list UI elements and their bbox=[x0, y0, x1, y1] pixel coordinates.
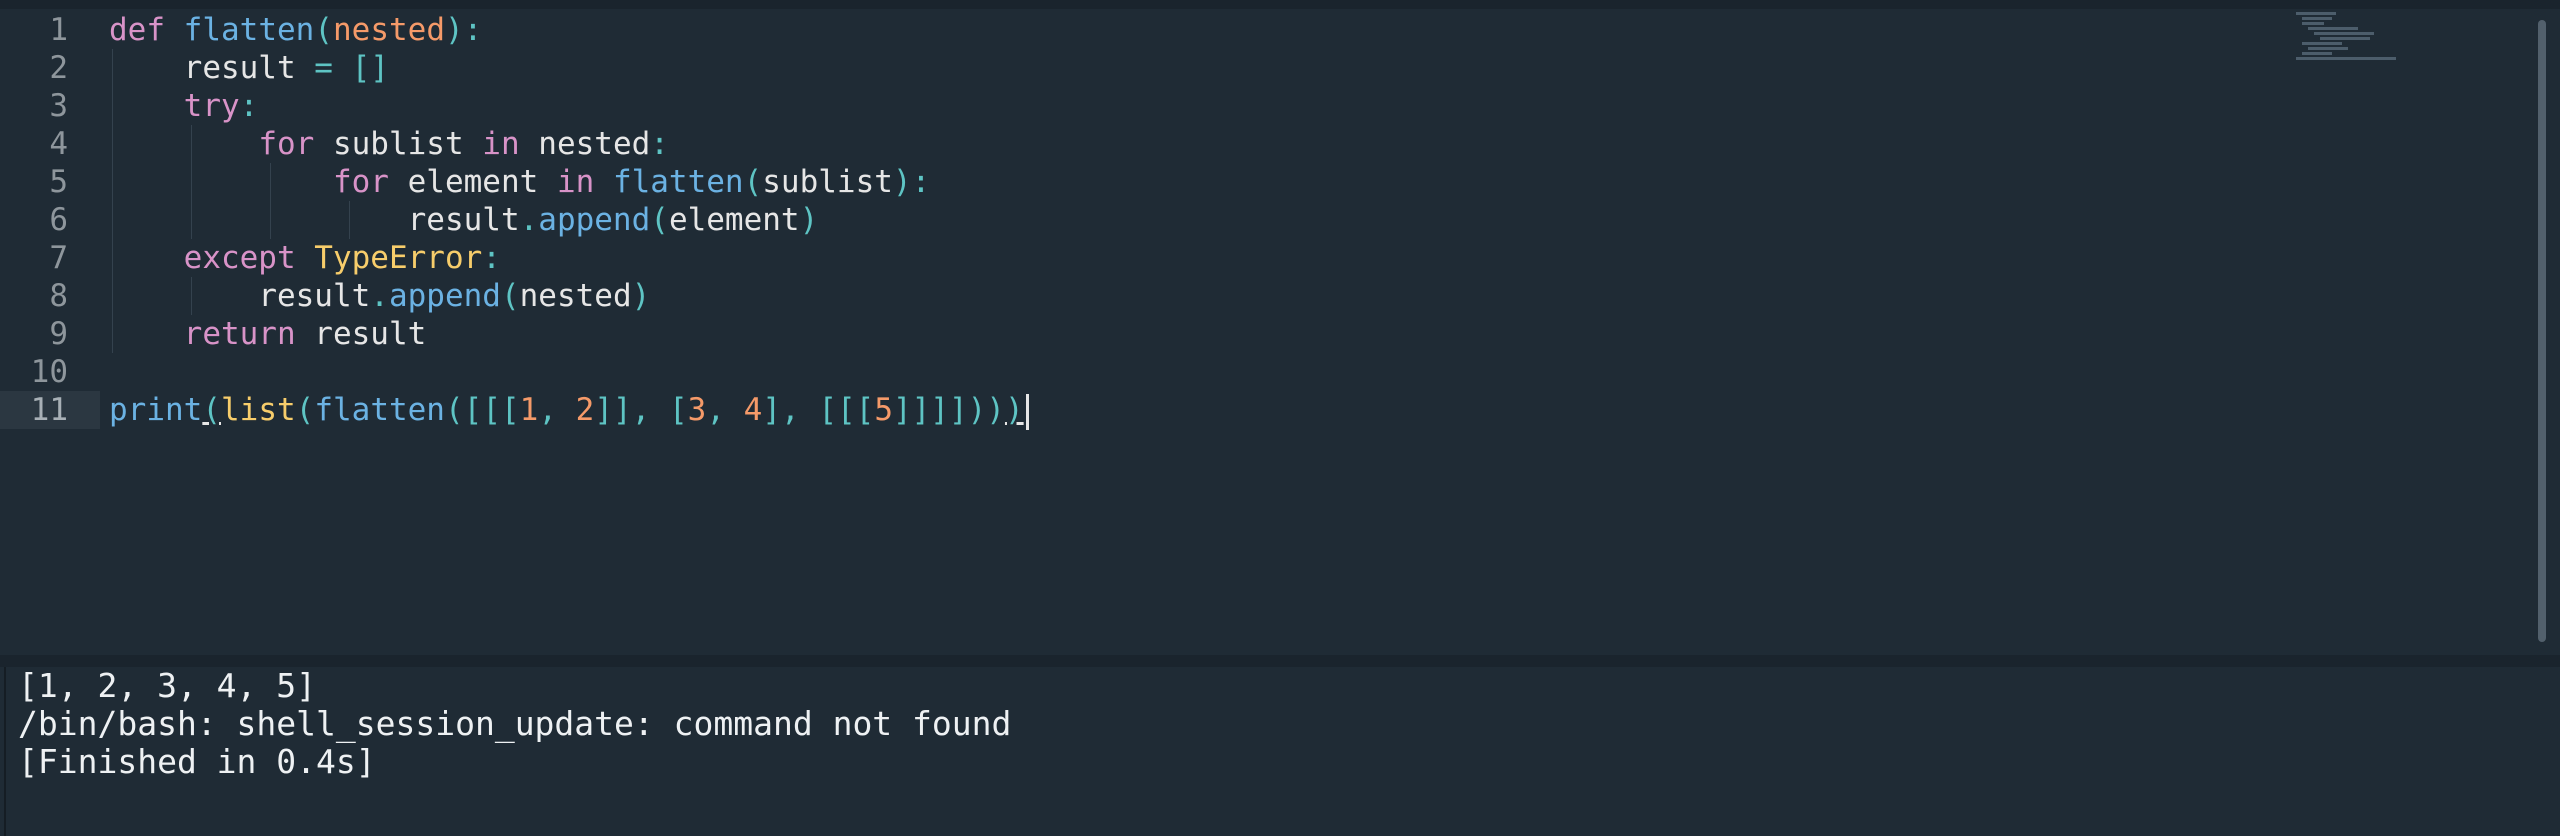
line-number: 5 bbox=[49, 164, 68, 200]
line-number: 9 bbox=[49, 316, 68, 352]
line-number: 4 bbox=[49, 126, 68, 162]
code-line[interactable]: try: bbox=[109, 87, 2500, 125]
line-number: 3 bbox=[49, 88, 68, 124]
code-area[interactable]: def flatten(nested): result = [] try: fo… bbox=[109, 11, 2500, 430]
code-line[interactable]: return result bbox=[109, 315, 2500, 353]
line-number: 1 bbox=[49, 12, 68, 48]
code-line[interactable]: def flatten(nested): bbox=[109, 11, 2500, 49]
line-number-active: 11 bbox=[0, 391, 100, 429]
output-line: /bin/bash: shell_session_update: command… bbox=[18, 704, 1012, 743]
output-line: [1, 2, 3, 4, 5] bbox=[18, 666, 317, 705]
line-number: 7 bbox=[49, 240, 68, 276]
code-line[interactable]: for element in flatten(sublist): bbox=[109, 163, 2500, 201]
code-line-active[interactable]: print(list(flatten([[[1, 2]], [3, 4], [[… bbox=[109, 391, 2500, 430]
code-line[interactable]: for sublist in nested: bbox=[109, 125, 2500, 163]
code-line[interactable] bbox=[109, 353, 2500, 391]
line-number: 2 bbox=[49, 50, 68, 86]
line-number: 10 bbox=[30, 354, 68, 390]
vertical-scrollbar[interactable] bbox=[2538, 20, 2546, 642]
line-number-gutter: 1 2 3 4 5 6 7 8 9 10 11 bbox=[0, 11, 100, 429]
line-number: 6 bbox=[49, 202, 68, 238]
code-editor[interactable]: 1 2 3 4 5 6 7 8 9 10 11 def flatten(nest… bbox=[0, 0, 2560, 655]
output-line: [Finished in 0.4s] bbox=[18, 742, 376, 781]
code-line[interactable]: result.append(nested) bbox=[109, 277, 2500, 315]
panel-divider[interactable] bbox=[0, 655, 2560, 667]
code-line[interactable]: result.append(element) bbox=[109, 201, 2500, 239]
code-line[interactable]: result = [] bbox=[109, 49, 2500, 87]
text-cursor bbox=[1025, 393, 1029, 430]
code-line[interactable]: except TypeError: bbox=[109, 239, 2500, 277]
minimap[interactable] bbox=[2296, 10, 2406, 60]
line-number: 8 bbox=[49, 278, 68, 314]
tab-bar-strip bbox=[0, 0, 2560, 9]
build-output-panel: [1, 2, 3, 4, 5] /bin/bash: shell_session… bbox=[4, 667, 2558, 836]
